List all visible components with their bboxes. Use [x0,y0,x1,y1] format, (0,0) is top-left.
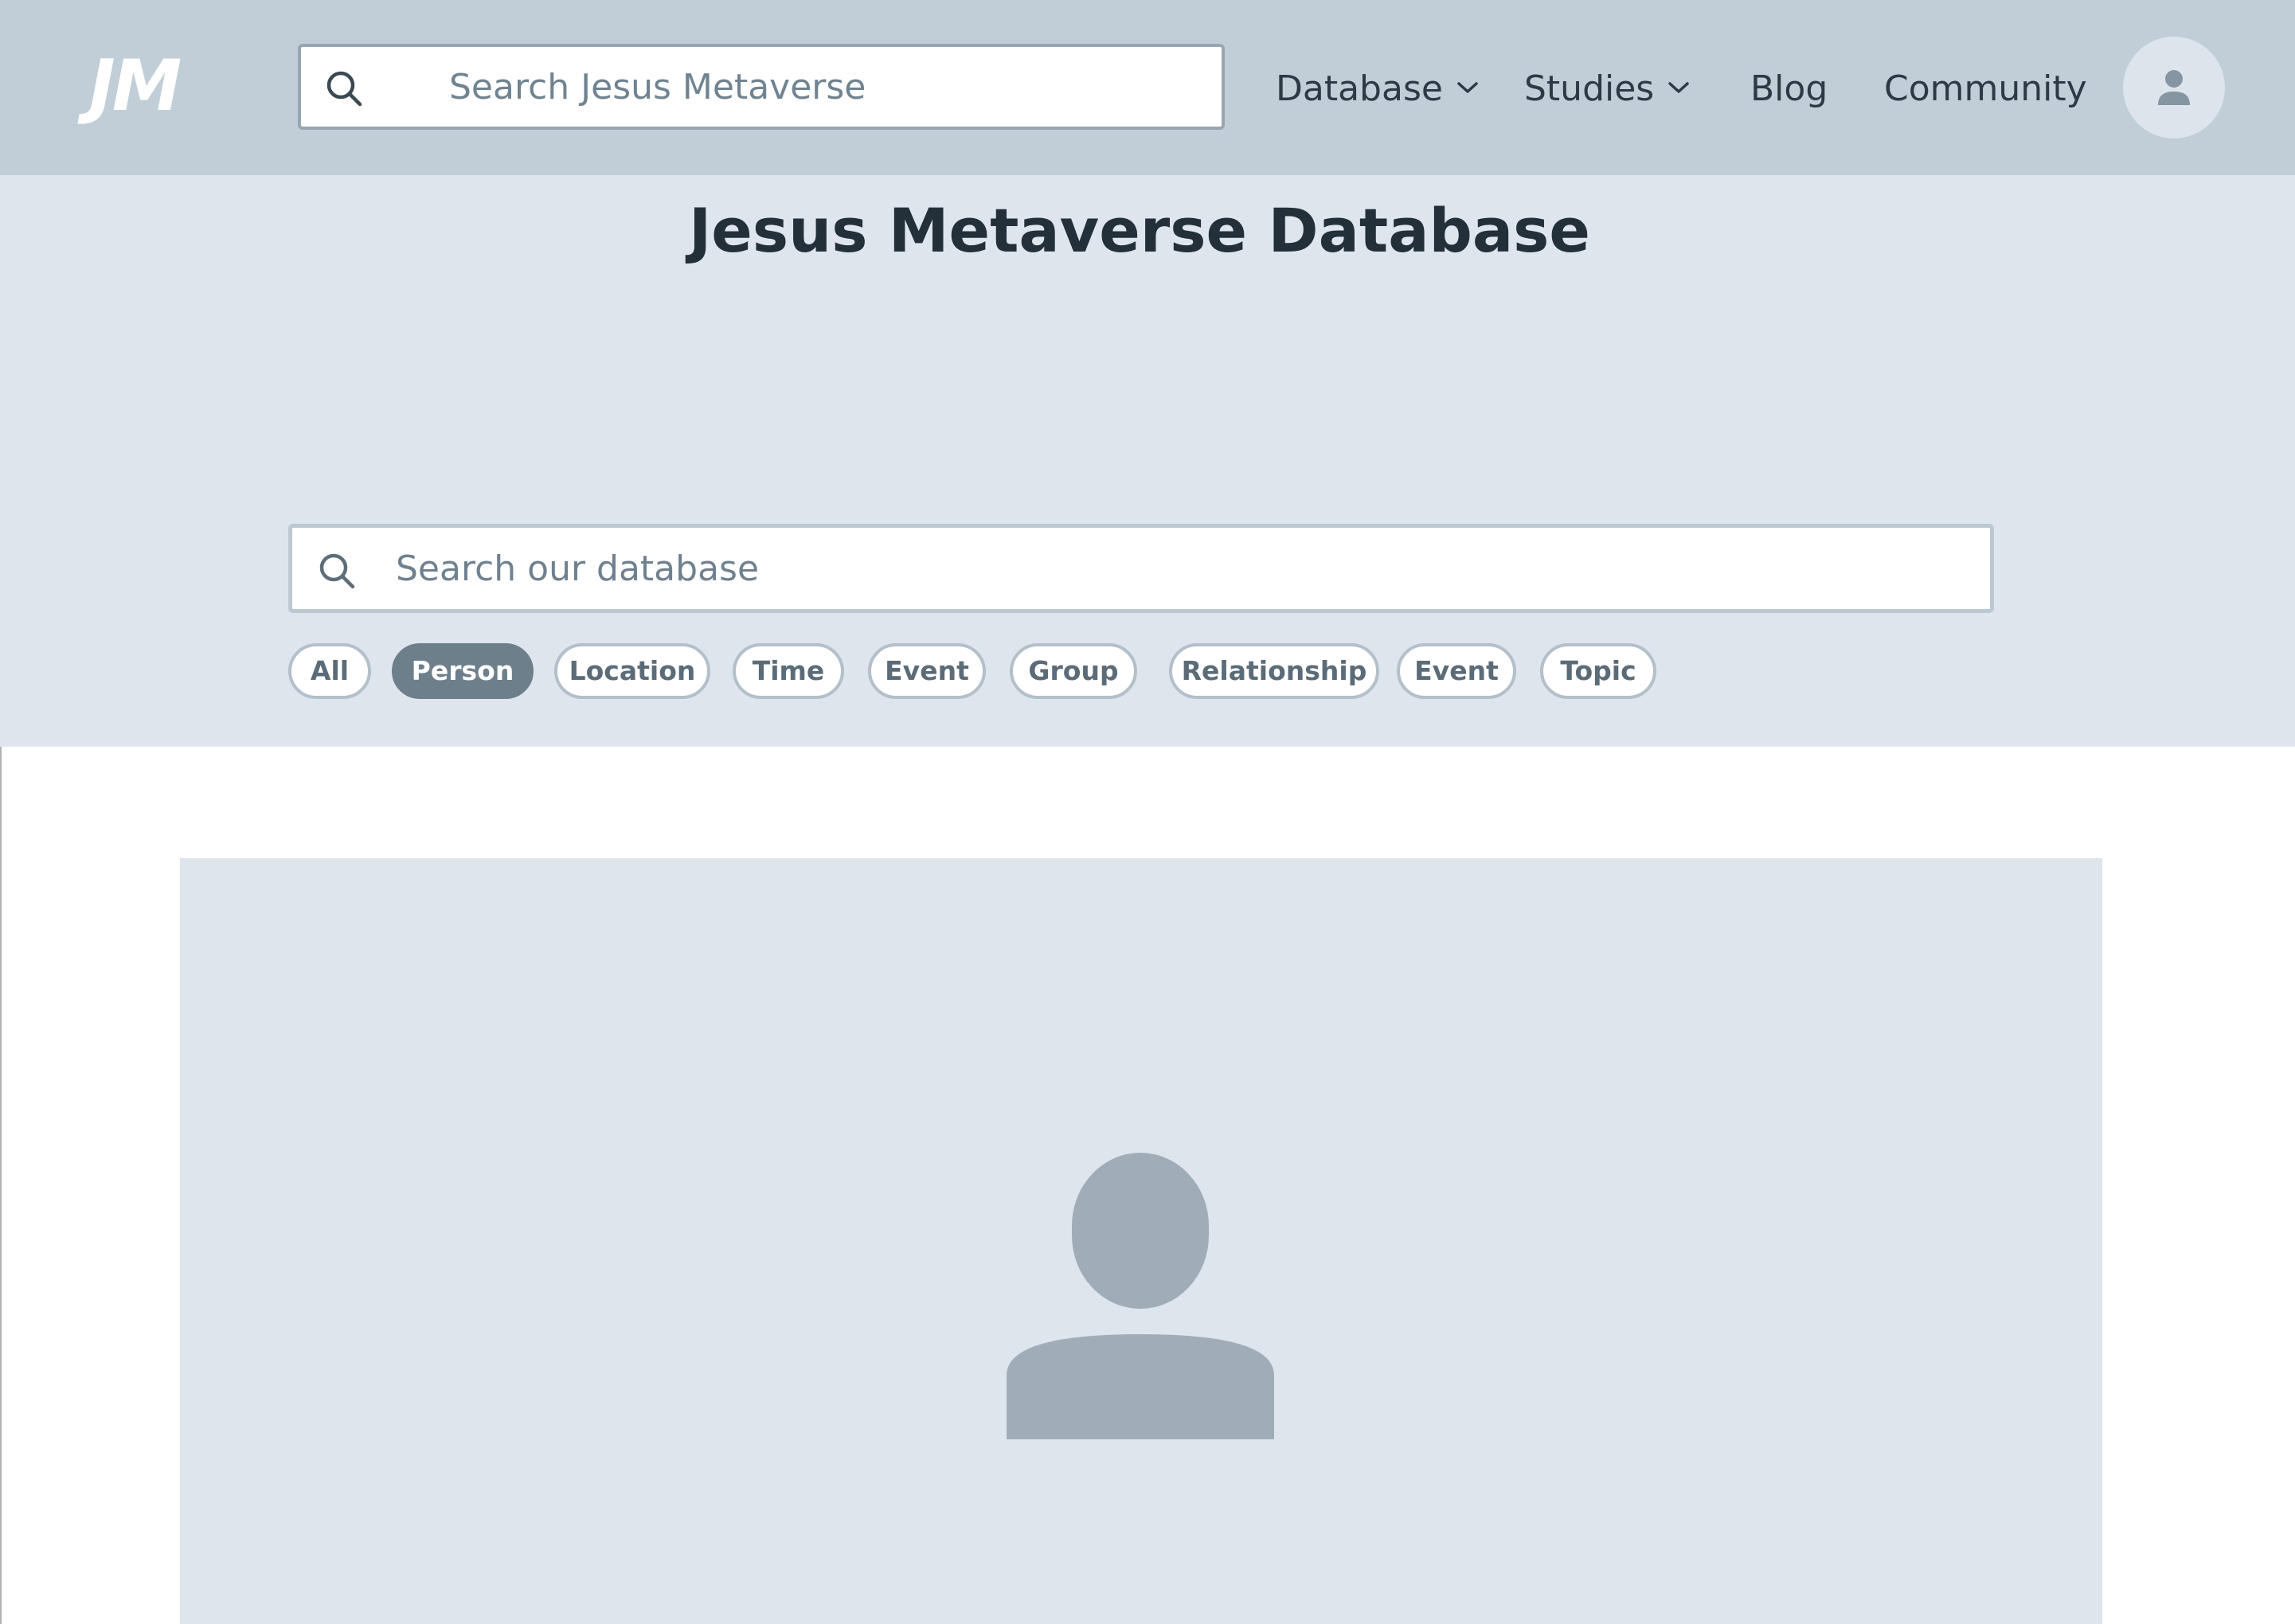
filter-chip-event-2[interactable]: Event [1397,643,1516,699]
filter-chip-location[interactable]: Location [554,643,710,699]
nav-blog[interactable]: Blog [1750,57,1828,121]
person-image-card[interactable] [180,858,2102,1624]
filter-chip-group[interactable]: Group [1010,643,1137,699]
global-search-box[interactable] [298,44,1225,130]
search-icon [326,71,362,107]
page-title: Jesus Metaverse Database [689,195,1590,266]
site-logo[interactable]: JM [89,46,182,126]
database-search-box[interactable] [288,524,1994,613]
user-icon [2158,70,2190,105]
chevron-down-icon [1457,82,1478,93]
nav-studies[interactable]: Studies [1524,57,1691,121]
filter-chip-all[interactable]: All [288,643,371,699]
filter-chip-topic[interactable]: Topic [1540,643,1656,699]
nav-community[interactable]: Community [1884,57,2087,121]
nav-database[interactable]: Database [1276,57,1480,121]
database-search-input[interactable] [396,528,1957,609]
top-navigation-bar: JM Database Studies Blog Community [0,0,2295,175]
nav-blog-label: Blog [1750,68,1828,109]
filter-chip-event[interactable]: Event [868,643,986,699]
nav-studies-label: Studies [1524,68,1655,109]
filter-chip-relationship[interactable]: Relationship [1169,643,1379,699]
nav-community-label: Community [1884,68,2087,109]
search-icon [319,553,355,589]
filter-chip-time[interactable]: Time [733,643,844,699]
chevron-down-icon [1668,82,1689,93]
account-avatar-button[interactable] [2123,37,2225,139]
filter-chip-person[interactable]: Person [392,643,534,699]
nav-database-label: Database [1276,68,1443,109]
global-search-input[interactable] [449,47,1198,127]
person-placeholder-icon [1007,1153,1274,1439]
